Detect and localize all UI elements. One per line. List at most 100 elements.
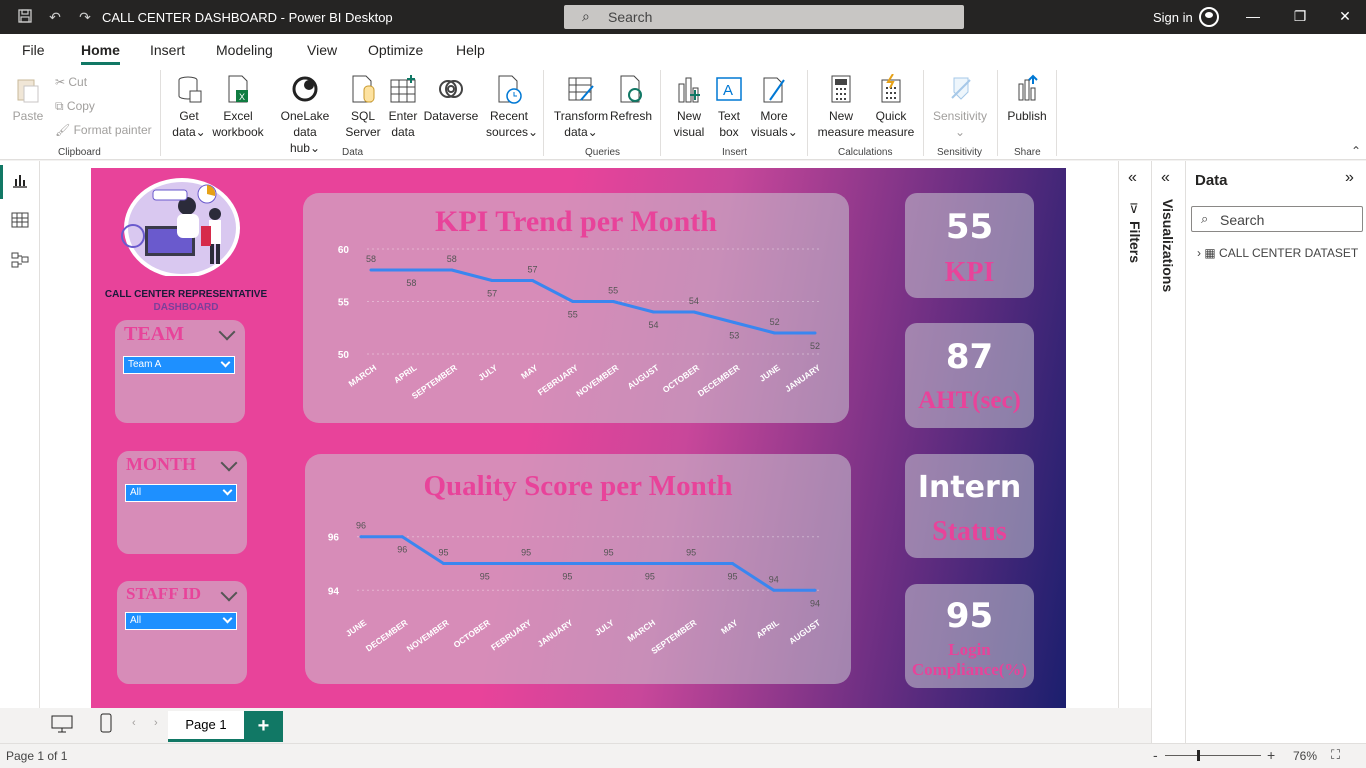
- sql-server-button[interactable]: SQL Server: [344, 74, 382, 140]
- report-view-icon[interactable]: [11, 171, 29, 189]
- title-bar: ↶ ↷ CALL CENTER DASHBOARD - Power BI Des…: [0, 0, 1366, 34]
- model-view-icon[interactable]: [11, 251, 29, 269]
- month-dropdown[interactable]: All: [125, 484, 237, 502]
- menu-view[interactable]: View: [307, 42, 337, 58]
- new-measure-button[interactable]: New measure: [816, 74, 866, 140]
- visualizations-pane-collapsed[interactable]: « Visualizations: [1151, 161, 1185, 743]
- paste-button[interactable]: Paste: [12, 74, 44, 124]
- more-visuals-label-2: visuals: [751, 125, 788, 139]
- text-box-button[interactable]: A Text box: [711, 74, 747, 140]
- sign-in-link[interactable]: Sign in: [1153, 10, 1193, 25]
- quick-measure-button[interactable]: Quick measure: [867, 74, 915, 140]
- fit-to-page-icon[interactable]: ⛶: [1331, 747, 1340, 763]
- excel-workbook-button[interactable]: X Excel workbook: [210, 74, 266, 140]
- minimize-icon[interactable]: —: [1243, 8, 1263, 24]
- refresh-button[interactable]: Refresh: [610, 74, 652, 124]
- expand-icon[interactable]: «: [1161, 169, 1170, 187]
- data-label: 95: [562, 572, 572, 582]
- data-point: [442, 562, 446, 565]
- recent-label-2: sources: [486, 125, 529, 139]
- onelake-hub-button[interactable]: OneLake data hub⌄: [268, 74, 342, 156]
- new-measure-label-1: New: [828, 109, 853, 123]
- zoom-slider[interactable]: [1165, 755, 1261, 756]
- menu-insert[interactable]: Insert: [150, 42, 185, 58]
- zoom-slider-thumb[interactable]: [1197, 750, 1200, 761]
- copy-button[interactable]: ⧉ Copy: [55, 99, 95, 114]
- chevron-down-icon[interactable]: [218, 323, 236, 341]
- format-painter-label: Format painter: [73, 123, 152, 137]
- expand-icon[interactable]: «: [1128, 169, 1137, 187]
- dataset-tree-item[interactable]: › ▦ CALL CENTER DATASET: [1197, 246, 1358, 260]
- transform-data-button[interactable]: Transform data⌄: [553, 74, 609, 140]
- zoom-in-icon[interactable]: +: [1267, 747, 1275, 763]
- publish-button[interactable]: Publish: [1006, 74, 1048, 124]
- redo-icon[interactable]: ↷: [76, 8, 94, 26]
- desktop-layout-icon[interactable]: [51, 715, 73, 733]
- data-label: 54: [689, 296, 699, 306]
- data-pane: Data » ⌕ Search › ▦ CALL CENTER DATASET: [1185, 161, 1366, 743]
- month-slicer-title: MONTH: [126, 454, 196, 474]
- new-visual-button[interactable]: New visual: [670, 74, 708, 140]
- cut-button[interactable]: ✂ Cut: [55, 75, 87, 89]
- get-data-button[interactable]: Get data⌄: [168, 74, 210, 140]
- get-data-label-2: data: [172, 125, 196, 139]
- next-page-icon[interactable]: ›: [154, 717, 158, 729]
- transform-label-1: Transform: [553, 109, 609, 123]
- team-slicer: TEAM Team A: [115, 320, 245, 423]
- dataverse-button[interactable]: Dataverse: [422, 74, 480, 124]
- menu-help[interactable]: Help: [456, 42, 485, 58]
- mobile-layout-icon[interactable]: [99, 713, 113, 733]
- data-label: 96: [356, 521, 366, 531]
- team-dropdown[interactable]: Team A: [123, 356, 235, 374]
- data-label: 95: [727, 572, 737, 582]
- data-search-input[interactable]: ⌕ Search: [1191, 206, 1363, 232]
- data-group-label: Data: [342, 147, 364, 158]
- copy-label: Copy: [66, 99, 95, 113]
- data-point: [400, 535, 404, 539]
- global-search-input[interactable]: ⌕ Search: [564, 5, 964, 29]
- prev-page-icon[interactable]: ‹: [132, 717, 136, 729]
- format-painter-button[interactable]: 🖌 Format painter: [55, 123, 152, 137]
- status-value: Intern: [917, 470, 1022, 505]
- save-icon[interactable]: [16, 8, 34, 26]
- chevron-down-icon[interactable]: [220, 584, 238, 602]
- more-visuals-button[interactable]: More visuals⌄: [751, 74, 798, 140]
- refresh-icon: [620, 75, 642, 103]
- filters-pane-collapsed[interactable]: « ⊽ Filters: [1118, 161, 1151, 708]
- series-line: [361, 535, 815, 592]
- data-point: [607, 562, 611, 565]
- ribbon: Paste ✂ Cut ⧉ Copy 🖌 Format painter Clip…: [0, 66, 1366, 160]
- scissors-icon: ✂: [55, 75, 69, 89]
- x-tick-label: JANUARY: [783, 362, 822, 394]
- dataset-name: CALL CENTER DATASET: [1219, 246, 1359, 260]
- collapse-ribbon-icon[interactable]: ⌃: [1351, 144, 1361, 158]
- page-tab[interactable]: Page 1: [168, 711, 244, 742]
- menu-file[interactable]: File: [22, 42, 45, 58]
- svg-text:A: A: [723, 82, 733, 99]
- zoom-out-icon[interactable]: -: [1153, 747, 1158, 763]
- menu-modeling[interactable]: Modeling: [216, 42, 273, 58]
- quality-score-line-chart: 94 96 96 JUNE 96 DECEMBER 95 NOVEMBER 95 OCTOBER 9…: [328, 521, 823, 656]
- x-tick-label: MAY: [519, 362, 540, 381]
- menu-home[interactable]: Home: [81, 42, 120, 58]
- add-page-button[interactable]: +: [244, 711, 283, 742]
- ribbon-separator: [660, 70, 661, 156]
- data-point: [409, 268, 413, 272]
- menu-optimize[interactable]: Optimize: [368, 42, 423, 58]
- table-view-icon[interactable]: [11, 211, 29, 229]
- account-icon[interactable]: [1199, 7, 1219, 27]
- sensitivity-button[interactable]: Sensitivity ⌄: [930, 74, 990, 140]
- recent-sources-button[interactable]: Recent sources⌄: [486, 74, 538, 140]
- page-tabs-bar: ‹ › Page 1 +: [0, 708, 1151, 743]
- enter-data-button[interactable]: Enter data: [385, 74, 421, 140]
- staff-id-dropdown[interactable]: All: [125, 612, 237, 630]
- more-visuals-icon: [763, 77, 785, 103]
- staff-id-slicer-title: STAFF ID: [126, 584, 202, 603]
- chevron-down-icon[interactable]: [220, 454, 238, 472]
- get-data-label-1: Get: [179, 109, 199, 123]
- undo-icon[interactable]: ↶: [46, 8, 64, 26]
- restore-icon[interactable]: ❐: [1290, 8, 1310, 25]
- close-icon[interactable]: ✕: [1335, 8, 1355, 25]
- collapse-icon[interactable]: »: [1345, 169, 1354, 187]
- call-center-logo: [115, 176, 249, 278]
